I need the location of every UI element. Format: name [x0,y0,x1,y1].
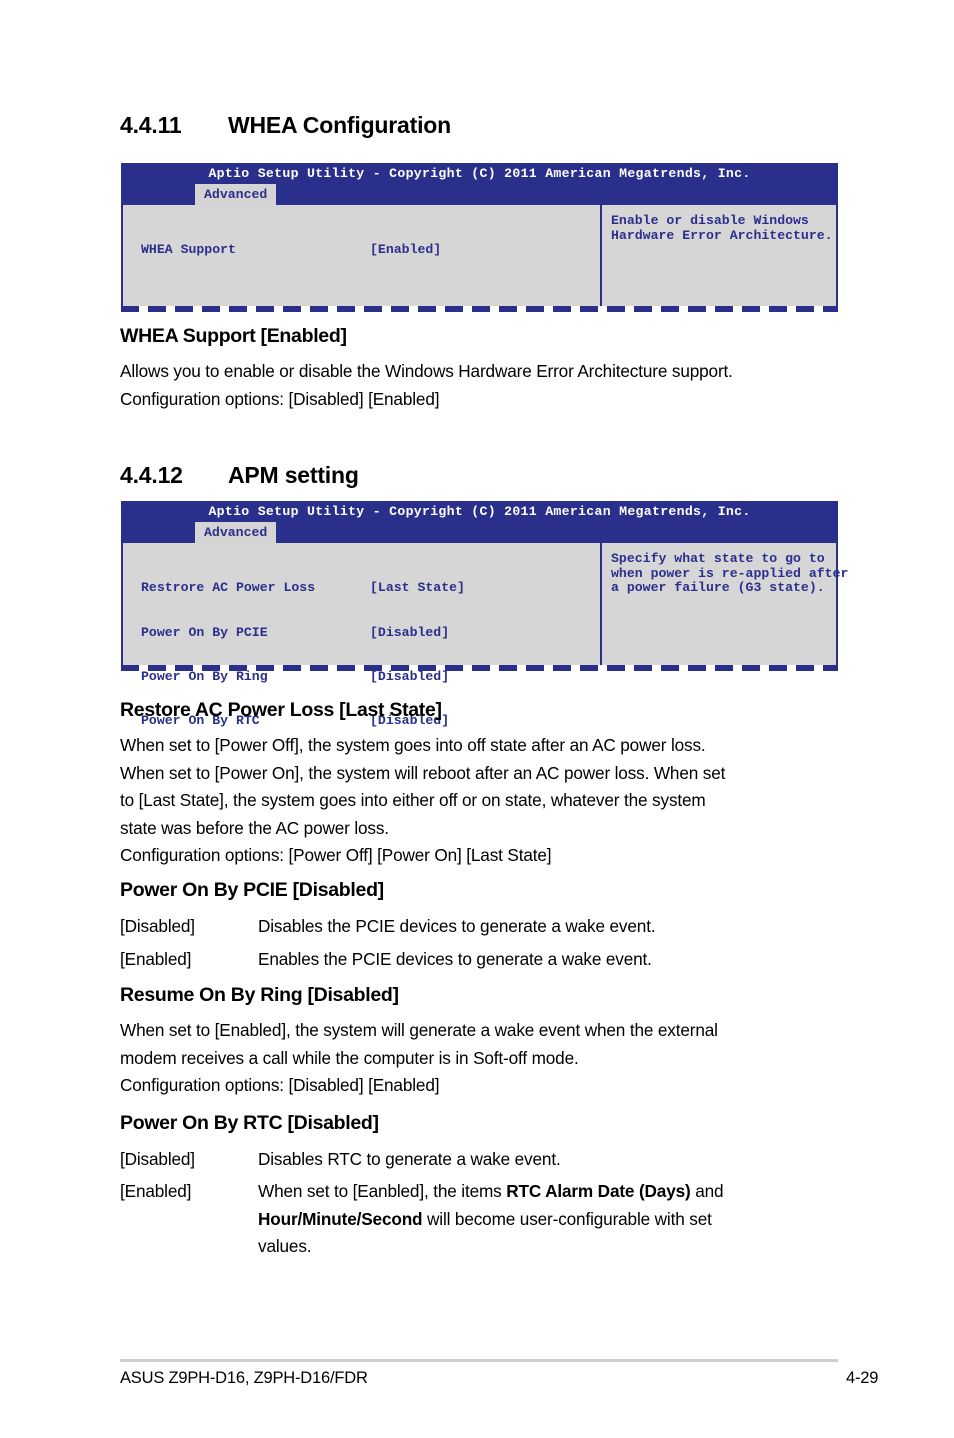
section-title: WHEA Configuration [228,112,451,138]
section-heading-apm: 4.4.12 APM setting [120,462,359,489]
section-heading-whea: 4.4.11 WHEA Configuration [120,112,451,139]
bios-setting-row[interactable]: Power On By Ring [Disabled] [141,668,465,685]
subheading-resume-on-by-ring: Resume On By Ring [Disabled] [120,984,399,1006]
text-fragment: will become user-configurable with set [422,1208,712,1229]
bios-screenshot-apm: Aptio Setup Utility - Copyright (C) 2011… [121,501,848,728]
paragraph-line: When set to [Enabled], the system will g… [120,1020,718,1040]
footer-page-number: 4-29 [846,1369,879,1387]
bios-setting-row[interactable]: Restrore AC Power Loss [Last State] [141,581,465,596]
bios-setting-value: [Enabled] [370,242,442,258]
bios-body: Restrore AC Power Loss [Last State] Power… [121,543,848,728]
footer-divider [120,1359,838,1362]
subheading-restore-ac-power-loss: Restore AC Power Loss [Last State] [120,699,442,721]
paragraph-line: Allows you to enable or disable the Wind… [120,361,733,381]
bios-help-text: Enable or disable Windows Hardware Error… [611,213,833,243]
option-tag: [Disabled] [120,916,195,936]
emphasis-rtc-alarm-date: RTC Alarm Date (Days) [506,1181,691,1201]
option-row-rtc-enabled: [Enabled] When set to [Eanbled], the ite… [120,1178,850,1261]
paragraph-restore-ac-power-loss: When set to [Power Off], the system goes… [120,732,850,870]
bios-setting-row[interactable]: WHEA Support [Enabled] [141,243,441,258]
bios-bottom-dashed-border [121,306,838,312]
option-description: Enables the PCIE devices to generate a w… [258,949,652,969]
subheading-power-on-by-rtc: Power On By RTC [Disabled] [120,1112,379,1134]
section-number: 4.4.11 [120,112,182,138]
bios-setting-label: WHEA Support [141,242,236,258]
option-description: Disables the PCIE devices to generate a … [258,916,656,936]
text-fragment: When set to [Eanbled], the items [258,1181,507,1201]
option-description-line: When set to [Eanbled], the items RTC Ala… [258,1178,818,1206]
option-row-pcie-disabled: [Disabled] Disables the PCIE devices to g… [120,913,850,941]
option-description: Disables RTC to generate a wake event. [258,1149,561,1169]
paragraph-line: to [Last State], the system goes into ei… [120,790,706,810]
bios-title: Aptio Setup Utility - Copyright (C) 2011… [208,166,751,181]
bios-panel-divider [600,205,602,306]
option-description-line: Hour/Minute/Second will become user-conf… [258,1206,818,1234]
bios-tab-advanced[interactable]: Advanced [195,522,277,543]
section-number: 4.4.12 [120,462,183,488]
bios-setting-label: Restrore AC Power Loss [141,580,316,596]
option-description-line: values. [258,1236,312,1256]
paragraph-line: Configuration options: [Disabled] [Enabl… [120,388,440,409]
option-tag: [Enabled] [120,1181,192,1201]
bios-settings-list: WHEA Support [Enabled] [141,214,441,288]
option-row-rtc-disabled: [Disabled] Disables RTC to generate a wak… [120,1146,850,1174]
bios-screenshot-whea: Aptio Setup Utility - Copyright (C) 2011… [121,163,838,312]
bios-settings-list: Restrore AC Power Loss [Last State] Power… [141,552,465,758]
bios-setting-row[interactable]: Power On By PCIE [Disabled] [141,624,465,641]
bios-title: Aptio Setup Utility - Copyright (C) 2011… [208,504,751,519]
option-description: When set to [Eanbled], the items RTC Ala… [258,1178,818,1261]
text-fragment: and [690,1181,724,1201]
bios-setting-label: Power On By PCIE [141,624,268,640]
paragraph-line: modem receives a call while the computer… [120,1047,579,1068]
bios-tab-advanced[interactable]: Advanced [195,184,277,205]
option-tag: [Enabled] [120,949,192,969]
option-tag: [Disabled] [120,1149,195,1169]
paragraph-whea-support: Allows you to enable or disable the Wind… [120,358,850,413]
paragraph-line: state was before the AC power loss. [120,817,389,838]
emphasis-hour-minute-second: Hour/Minute/Second [258,1208,423,1229]
bios-panel-divider [600,543,602,665]
paragraph-resume-on-by-ring: When set to [Enabled], the system will g… [120,1017,850,1100]
bios-setting-value: [Disabled] [370,624,450,640]
bios-help-text: Specify what state to go to when power i… [611,551,849,596]
paragraph-line: When set to [Power On], the system will … [120,762,726,783]
bios-setting-label: Power On By Ring [141,668,268,684]
bios-setting-value: [Last State] [370,580,465,596]
paragraph-line: When set to [Power Off], the system goes… [120,735,706,755]
subheading-power-on-by-pcie: Power On By PCIE [Disabled] [120,879,384,901]
manual-page: 4.4.11 WHEA Configuration Aptio Setup Uti… [0,0,954,1438]
bios-header-bar: Aptio Setup Utility - Copyright (C) 2011… [121,163,838,205]
bios-header-bar: Aptio Setup Utility - Copyright (C) 2011… [121,501,838,543]
paragraph-line: Configuration options: [Power Off] [Powe… [120,845,552,865]
subheading-whea-support: WHEA Support [Enabled] [120,325,347,347]
section-title: APM setting [228,462,359,488]
bios-setting-value: [Disabled] [370,668,450,684]
paragraph-line: Configuration options: [Disabled] [Enabl… [120,1075,440,1095]
option-row-pcie-enabled: [Enabled] Enables the PCIE devices to gen… [120,946,850,974]
bios-body: WHEA Support [Enabled] Enable or disable … [121,205,838,306]
footer-product-name: ASUS Z9PH-D16, Z9PH-D16/FDR [120,1369,368,1387]
